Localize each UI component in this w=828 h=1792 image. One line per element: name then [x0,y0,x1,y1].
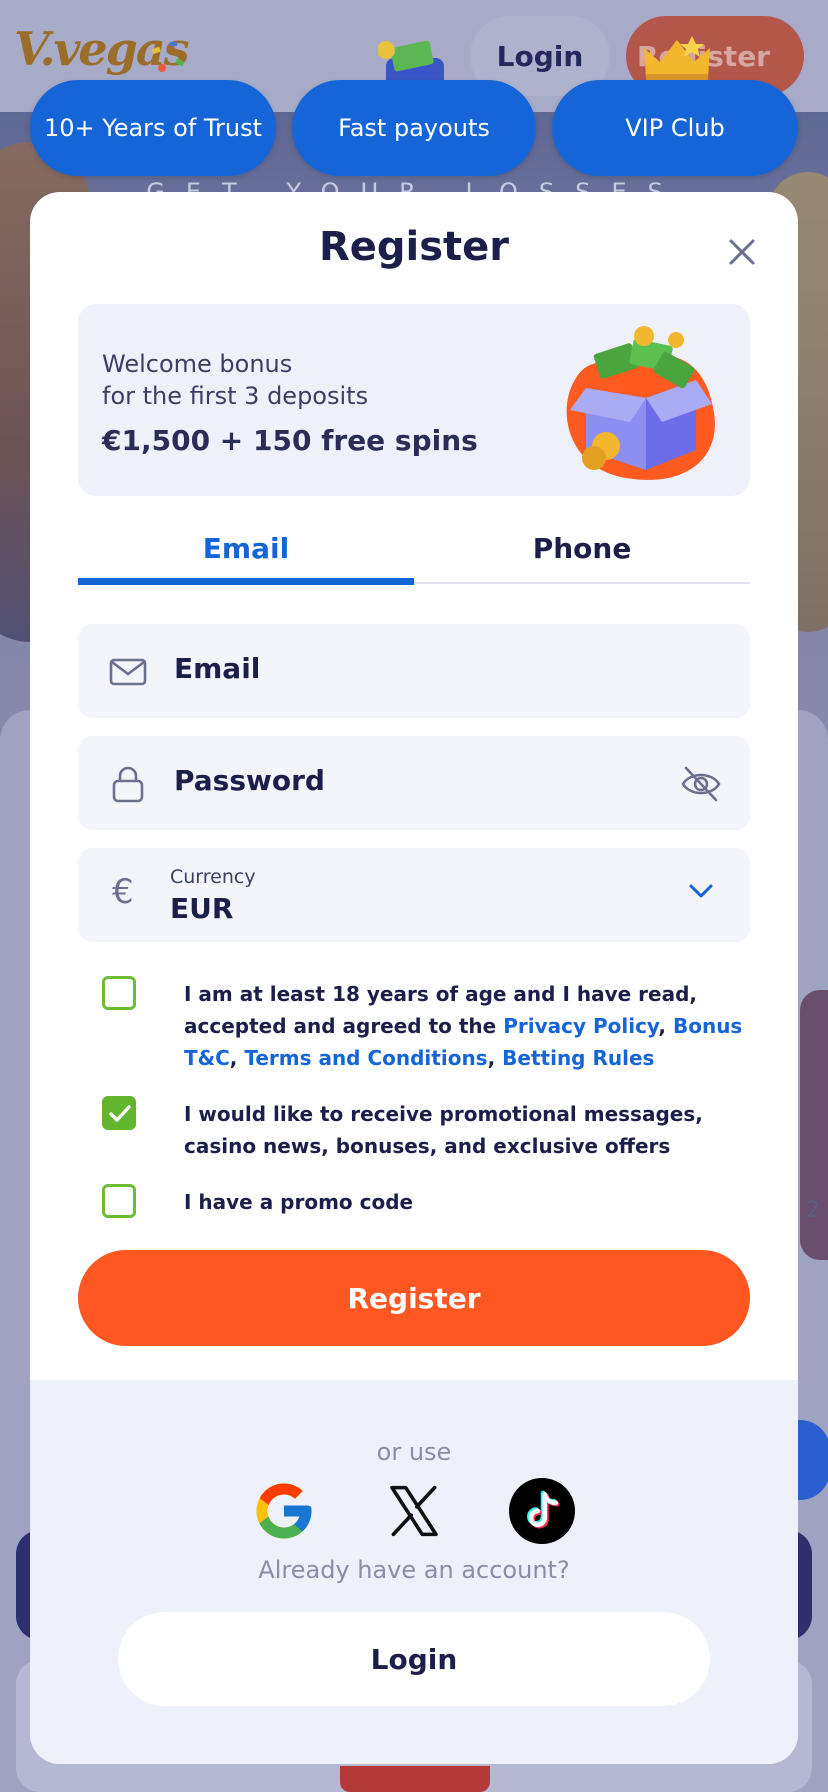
or-use-label: or use [376,1438,452,1466]
tab-phone[interactable]: Phone [414,512,750,584]
gift-box-icon [566,326,715,480]
email-placeholder: Email [174,652,261,685]
bottom-cta [340,1766,490,1792]
bonus-subtitle: for the first 3 deposits [102,382,369,410]
google-icon[interactable] [251,1478,317,1544]
age-consent-row: I am at least 18 years of age and I have… [102,976,742,1076]
register-modal: Register Welcome bonus for the first 3 d… [30,192,798,1764]
game-card-count: 2 [806,1198,820,1223]
promo-messages-text: I would like to receive promotional mess… [184,1102,703,1158]
promo-messages-checkbox[interactable] [102,1096,136,1130]
bonus-title: Welcome bonus [102,350,293,378]
close-icon[interactable] [726,236,758,268]
pill-fast-payouts: Fast payouts [292,80,536,176]
login-button[interactable]: Login [118,1612,710,1706]
auth-tabs: Email Phone [78,512,750,585]
modal-footer: or use Already have an account? Login [30,1380,798,1764]
register-button[interactable]: Register [78,1250,750,1346]
age-consent-text: I am at least 18 years of age and I have… [184,982,743,1070]
password-placeholder: Password [174,764,325,797]
chevron-down-icon[interactable] [688,882,714,900]
already-have-account-text: Already have an account? [258,1556,570,1584]
email-field[interactable]: Email [78,624,750,718]
tab-email[interactable]: Email [78,512,414,584]
promo-messages-row: I would like to receive promotional mess… [102,1096,742,1166]
currency-value: EUR [170,892,234,925]
lock-icon [112,766,144,803]
modal-title: Register [318,224,510,270]
promo-code-text: I have a promo code [184,1190,414,1214]
mail-icon [109,658,147,686]
age-consent-checkbox[interactable] [102,976,136,1010]
privacy-policy-link[interactable]: Privacy Policy [503,1014,658,1038]
tab-active-indicator [78,578,414,585]
currency-label: Currency [170,866,256,888]
eye-off-icon[interactable] [680,764,722,804]
euro-icon: € [112,872,134,912]
betting-rules-link[interactable]: Betting Rules [502,1046,654,1070]
bonus-amount: €1,500 + 150 free spins [102,424,478,457]
promo-code-checkbox[interactable] [102,1184,136,1218]
welcome-bonus-banner: Welcome bonus for the first 3 deposits €… [78,304,750,496]
checkmark-icon [109,1105,131,1122]
confetti-icon [151,42,185,72]
terms-and-conditions-link[interactable]: Terms and Conditions [244,1046,487,1070]
password-field[interactable]: Password [78,736,750,830]
pill-years-of-trust: 10+ Years of Trust [30,80,276,176]
tiktok-icon[interactable] [509,1478,575,1544]
x-icon[interactable] [381,1478,447,1544]
crown-icon [644,36,710,82]
pill-vip-club: VIP Club [552,80,798,176]
promo-code-row: I have a promo code [102,1184,742,1224]
currency-select[interactable]: € Currency EUR [78,848,750,942]
